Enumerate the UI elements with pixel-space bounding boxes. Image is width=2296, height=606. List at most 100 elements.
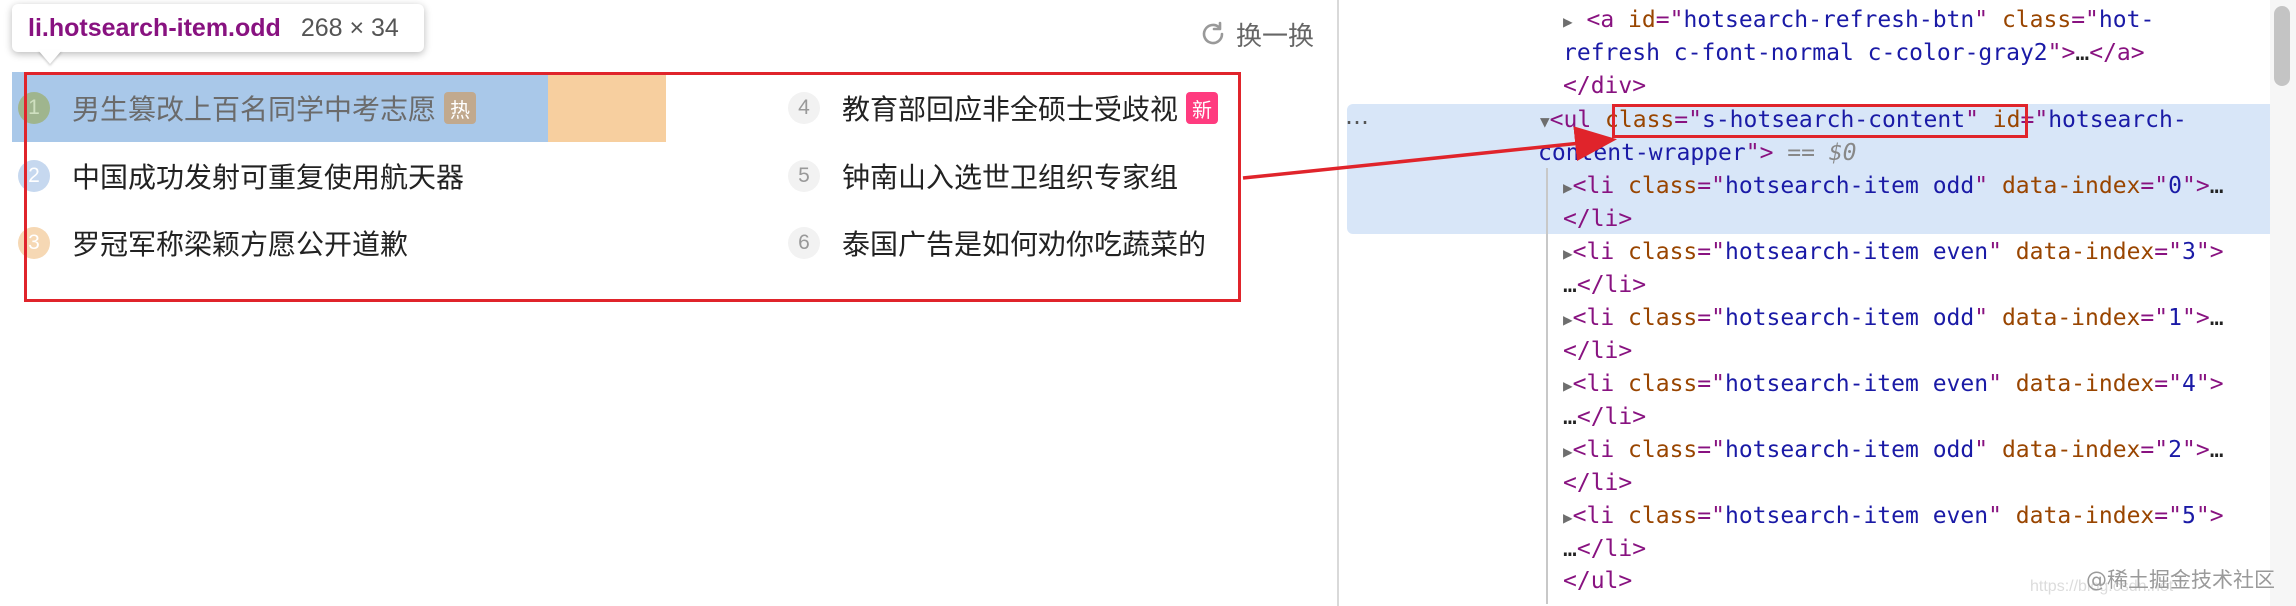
tag-close: </li> (1563, 338, 1633, 364)
devtools-scrollbar[interactable] (2270, 0, 2296, 606)
attr-eq: =" (1697, 503, 1725, 529)
attr-quote: "> (2181, 305, 2210, 331)
selected-eq: == (1773, 140, 1829, 166)
collapsed-ellipsis[interactable]: … (1563, 404, 1577, 430)
code-line-li-close[interactable]: …</li> (1563, 533, 1646, 566)
dom-tree-guide (1546, 168, 1548, 604)
attr-name: data-index (2001, 173, 2141, 199)
code-line-li-close[interactable]: …</li> (1563, 269, 1646, 302)
expand-triangle-icon[interactable]: ▶ (1563, 508, 1573, 527)
annotation-box-list (24, 72, 1241, 302)
tag-close: </li> (1563, 470, 1633, 496)
collapsed-ellipsis[interactable]: … (2210, 437, 2224, 463)
attr-value: 2 (2168, 437, 2182, 463)
code-line[interactable]: </ul> (1563, 565, 1632, 598)
attr-value: 3 (2181, 239, 2196, 265)
code-line-li-close[interactable]: </li> (1563, 203, 1632, 236)
refresh-icon (1202, 21, 1224, 45)
expand-triangle-icon[interactable]: ▶ (1563, 244, 1573, 263)
attr-quote: "> (2195, 371, 2224, 397)
code-line[interactable]: refresh c-font-normal c-color-gray2">…</… (1563, 37, 2145, 70)
collapse-triangle-icon[interactable]: ▼ (1540, 112, 1550, 131)
attr-name: class (1628, 437, 1698, 463)
collapsed-ellipsis[interactable]: … (1563, 536, 1577, 562)
tag-close: </a> (2089, 40, 2145, 66)
tooltip-dimensions: 268 × 34 (300, 13, 399, 42)
tag-close: </li> (1563, 206, 1633, 232)
attr-eq: =" (1697, 239, 1725, 265)
code-line[interactable]: </div> (1563, 70, 1646, 103)
tooltip-selector: li.hotsearch-item.odd (28, 13, 281, 42)
tag-open: <a (1586, 7, 1629, 33)
attr-value: content-wrapper (1538, 140, 1746, 166)
code-line-li-close[interactable]: </li> (1563, 335, 1632, 368)
attr-eq: =" (1697, 173, 1725, 199)
tag-open: <li (1572, 173, 1629, 199)
collapsed-ellipsis[interactable]: … (2210, 173, 2224, 199)
attr-quote: "> (1745, 140, 1774, 166)
tooltip-arrow (38, 50, 62, 64)
tag-open: <ul (1549, 107, 1606, 133)
attr-eq: =" (2140, 437, 2169, 463)
attr-value: hotsearch-item even (1724, 503, 1989, 529)
tag-open: <li (1572, 305, 1629, 331)
code-line[interactable]: ▶ <a id="hotsearch-refresh-btn" class="h… (1563, 4, 2154, 38)
devtools-scroll-thumb[interactable] (2274, 6, 2290, 86)
attr-value: 5 (2181, 503, 2196, 529)
attr-quote: " (1974, 437, 2002, 463)
tag-open: <li (1572, 503, 1629, 529)
attr-quote: " (1988, 239, 2016, 265)
expand-triangle-icon[interactable]: ▶ (1563, 376, 1573, 395)
expand-triangle-icon[interactable]: ▶ (1563, 310, 1573, 329)
attr-value: hotsearch- (2048, 107, 2187, 133)
attr-name: class (1628, 371, 1698, 397)
attr-value: hot- (2098, 7, 2155, 33)
tag-open: <li (1572, 371, 1629, 397)
attr-value: hotsearch-item even (1724, 239, 1989, 265)
refresh-button[interactable]: 换一换 (1200, 12, 1314, 56)
attr-value: 0 (2168, 173, 2182, 199)
tag-close: </li> (1576, 404, 1647, 430)
attr-name: data-index (2015, 239, 2155, 265)
collapsed-ellipsis[interactable]: … (2075, 40, 2089, 66)
attr-eq: =" (2140, 305, 2169, 331)
attr-eq: =" (1697, 371, 1725, 397)
attr-name: class (1628, 239, 1698, 265)
node-more-dots[interactable]: … (1345, 102, 1370, 130)
attr-eq: =" (1655, 7, 1684, 33)
attr-value: hotsearch-item even (1724, 371, 1989, 397)
refresh-label: 换一换 (1236, 21, 1315, 52)
code-line-li-close[interactable]: </li> (1563, 467, 1632, 500)
attr-eq: =" (2140, 173, 2169, 199)
attr-value: hotsearch-item odd (1724, 437, 1975, 463)
attr-eq: =" (2154, 371, 2182, 397)
tag-close: </li> (1576, 536, 1647, 562)
code-line-li[interactable]: ▶<li class="hotsearch-item odd" data-ind… (1563, 302, 2224, 336)
tag-close: </div> (1563, 73, 1647, 99)
collapsed-ellipsis[interactable]: … (2210, 305, 2224, 331)
code-line-li[interactable]: ▶<li class="hotsearch-item odd" data-ind… (1563, 170, 2224, 204)
attr-name: data-index (2001, 437, 2141, 463)
code-line-li[interactable]: ▶<li class="hotsearch-item odd" data-ind… (1563, 434, 2224, 468)
attr-eq: =" (1697, 305, 1725, 331)
attr-name: class (1628, 503, 1698, 529)
annotation-box-class (1612, 104, 2028, 138)
expand-triangle-icon[interactable]: ▶ (1563, 442, 1573, 461)
attr-quote: " (1988, 503, 2016, 529)
attr-value: hotsearch-refresh-btn (1683, 7, 1975, 33)
attr-quote: "> (2195, 239, 2224, 265)
attr-eq: =" (2071, 7, 2099, 33)
attr-quote: "> (2181, 173, 2210, 199)
attr-quote: "> (2195, 503, 2224, 529)
expand-triangle-icon[interactable]: ▶ (1563, 12, 1573, 31)
attr-value: hotsearch-item odd (1724, 173, 1975, 199)
code-line-li[interactable]: ▶<li class="hotsearch-item even" data-in… (1563, 368, 2224, 402)
selected-ref: $0 (1828, 140, 1857, 166)
collapsed-ellipsis[interactable]: … (1563, 272, 1577, 298)
code-line-selected[interactable]: content-wrapper"> == $0 (1538, 137, 1857, 170)
tag-open: <li (1572, 239, 1629, 265)
code-line-li[interactable]: ▶<li class="hotsearch-item even" data-in… (1563, 236, 2224, 270)
expand-triangle-icon[interactable]: ▶ (1563, 178, 1573, 197)
code-line-li[interactable]: ▶<li class="hotsearch-item even" data-in… (1563, 500, 2224, 534)
code-line-li-close[interactable]: …</li> (1563, 401, 1646, 434)
